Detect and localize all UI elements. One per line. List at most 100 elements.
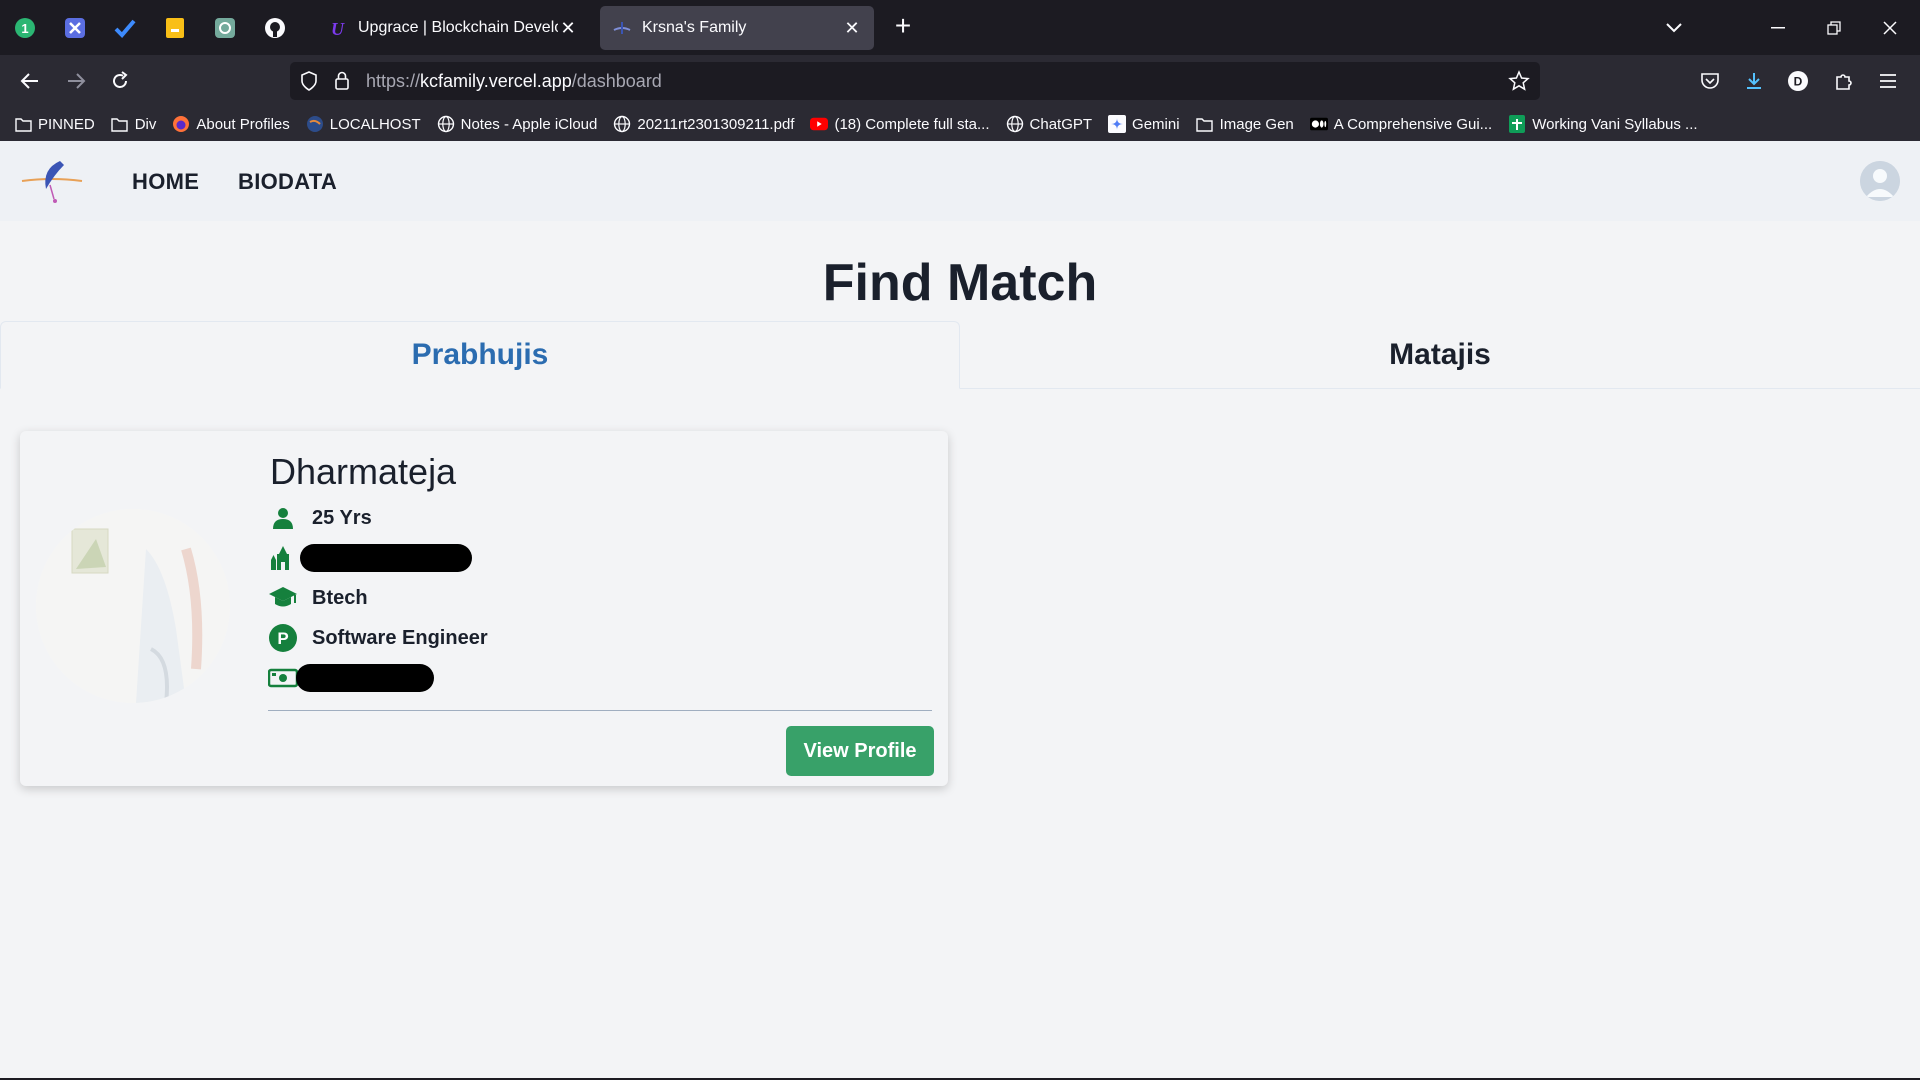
bookmark-item[interactable]: 20211rt2301309211.pdf	[613, 115, 794, 133]
person-icon	[268, 503, 298, 533]
bookmark-item[interactable]: Div	[111, 115, 157, 133]
globe-icon	[1006, 115, 1024, 133]
pinned-tab-keep-icon[interactable]	[162, 15, 188, 41]
bookmark-label: LOCALHOST	[329, 115, 421, 133]
tab-upgrace[interactable]: U Upgrace | Blockchain Develope ✕	[316, 6, 590, 50]
url-bar[interactable]: https://kcfamily.vercel.app/dashboard	[290, 62, 1540, 100]
tab-krsnas-family[interactable]: Krsna's Family ✕	[600, 6, 874, 50]
forward-arrow-icon[interactable]	[60, 65, 92, 97]
education-value: Btech	[312, 586, 368, 609]
bookmark-item[interactable]: Working Vani Syllabus ...	[1508, 115, 1698, 133]
bookmark-item[interactable]: LOCALHOST	[306, 115, 421, 133]
page-title: Find Match	[822, 254, 1098, 312]
money-bill-icon	[268, 663, 298, 693]
bookmark-item[interactable]: Notes - Apple iCloud	[437, 115, 598, 133]
user-avatar-icon[interactable]	[1860, 161, 1900, 201]
restore-icon[interactable]	[1806, 0, 1862, 55]
bookmark-label: Gemini	[1132, 115, 1180, 133]
profile-name: Dharmateja	[270, 451, 457, 492]
redacted-income	[296, 664, 434, 692]
bookmark-star-icon[interactable]	[1508, 70, 1530, 97]
gemini-icon	[1108, 115, 1127, 133]
close-tab-icon[interactable]: ✕	[842, 18, 862, 39]
bookmark-item[interactable]: About Profiles	[172, 115, 290, 133]
lock-icon[interactable]	[334, 70, 350, 95]
medium-icon	[1309, 115, 1328, 133]
nav-biodata-link[interactable]: BIODATA	[238, 169, 337, 195]
profession-row: P Software Engineer	[268, 623, 488, 653]
bookmark-label: PINNED	[38, 115, 95, 133]
bookmark-label: About Profiles	[196, 115, 290, 133]
url-domain: kcfamily.vercel.app	[420, 71, 572, 91]
minimize-icon[interactable]	[1750, 0, 1806, 55]
firefox-icon	[172, 115, 190, 133]
tab-prabhujis[interactable]: Prabhujis	[0, 321, 960, 389]
bookmarks-toolbar: PINNED Div About Profiles LOCALHOST Notes - …	[0, 107, 1920, 141]
tab-matajis[interactable]: Matajis	[960, 321, 1920, 389]
bookmark-label: Working Vani Syllabus ...	[1532, 115, 1698, 133]
globe-icon	[613, 115, 631, 133]
pinned-tab-todo-icon[interactable]	[112, 15, 138, 41]
bookmark-item[interactable]: Gemini	[1108, 115, 1180, 133]
bookmark-item[interactable]: (18) Complete full sta...	[810, 115, 990, 133]
bookmark-label: Image Gen	[1219, 115, 1294, 133]
bookmark-item[interactable]: A Comprehensive Gui...	[1309, 115, 1493, 133]
graduation-cap-icon	[268, 583, 298, 613]
hamburger-menu-icon[interactable]	[1872, 65, 1904, 97]
pinned-tab-notifications-icon[interactable]: 1	[12, 15, 38, 41]
profession-p-icon: P	[268, 623, 298, 653]
profile-photo[interactable]	[36, 509, 230, 703]
profession-value: Software Engineer	[312, 626, 488, 649]
upgrace-favicon-icon: U	[328, 18, 348, 38]
site-logo[interactable]	[20, 155, 84, 207]
age-value: 25 Yrs	[312, 506, 372, 529]
close-tab-icon[interactable]: ✕	[558, 18, 578, 39]
view-profile-button[interactable]: View Profile	[786, 726, 934, 776]
list-all-tabs-chevron-icon[interactable]	[1646, 0, 1702, 55]
url-path: /dashboard	[571, 71, 662, 91]
globe-icon	[437, 115, 455, 133]
close-window-icon[interactable]	[1862, 0, 1918, 55]
bookmark-label: Div	[134, 115, 157, 133]
pinned-tab-github-icon[interactable]	[262, 15, 288, 41]
bookmark-label: 20211rt2301309211.pdf	[637, 115, 795, 133]
tracking-protection-shield-icon[interactable]	[300, 71, 318, 96]
tab-title: Krsna's Family	[642, 19, 747, 36]
bookmark-label: ChatGPT	[1029, 115, 1093, 133]
tab-title: Upgrace | Blockchain Develope	[358, 19, 558, 36]
account-avatar-icon[interactable]: D	[1782, 65, 1814, 97]
reload-icon[interactable]	[104, 65, 136, 97]
bookmark-item[interactable]: Image Gen	[1196, 115, 1294, 133]
bookmark-label: A Comprehensive Gui...	[1333, 115, 1493, 133]
url-text[interactable]: https://kcfamily.vercel.app/dashboard	[366, 71, 662, 92]
back-arrow-icon[interactable]	[14, 65, 46, 97]
svg-text:D: D	[1794, 75, 1803, 89]
pinned-tab-app-icon[interactable]	[62, 15, 88, 41]
bookmark-label: Notes - Apple iCloud	[460, 115, 598, 133]
card-divider	[268, 710, 932, 711]
bookmark-label: (18) Complete full sta...	[834, 115, 990, 133]
folder-icon	[14, 115, 32, 133]
pinned-tab-chatgpt-icon[interactable]	[212, 15, 238, 41]
new-tab-plus-icon[interactable]: +	[888, 12, 918, 42]
site-header: HOME BIODATA	[0, 141, 1920, 221]
youtube-icon	[810, 115, 829, 133]
location-row	[268, 543, 472, 573]
bookmark-item[interactable]: PINNED	[14, 115, 95, 133]
folder-icon	[111, 115, 129, 133]
nav-home-link[interactable]: HOME	[132, 169, 199, 195]
age-row: 25 Yrs	[268, 503, 372, 533]
pocket-icon[interactable]	[1694, 65, 1726, 97]
pinned-tabs: 1	[0, 0, 288, 55]
temple-icon	[268, 543, 298, 573]
globe-dark-icon	[306, 115, 324, 133]
browser-toolbar: https://kcfamily.vercel.app/dashboard D	[0, 55, 1920, 107]
downloads-icon[interactable]	[1738, 65, 1770, 97]
svg-text:U: U	[331, 19, 345, 37]
bookmark-item[interactable]: ChatGPT	[1006, 115, 1093, 133]
sheets-icon	[1508, 115, 1526, 133]
page-viewport: HOME BIODATA Find Match Prabhujis Mataji…	[0, 141, 1920, 1080]
gender-tabs: Prabhujis Matajis	[0, 321, 1920, 389]
extensions-puzzle-icon[interactable]	[1828, 65, 1860, 97]
browser-tab-bar: 1 U Upgrace | Blockchain Develope ✕ Krsn…	[0, 0, 1920, 55]
